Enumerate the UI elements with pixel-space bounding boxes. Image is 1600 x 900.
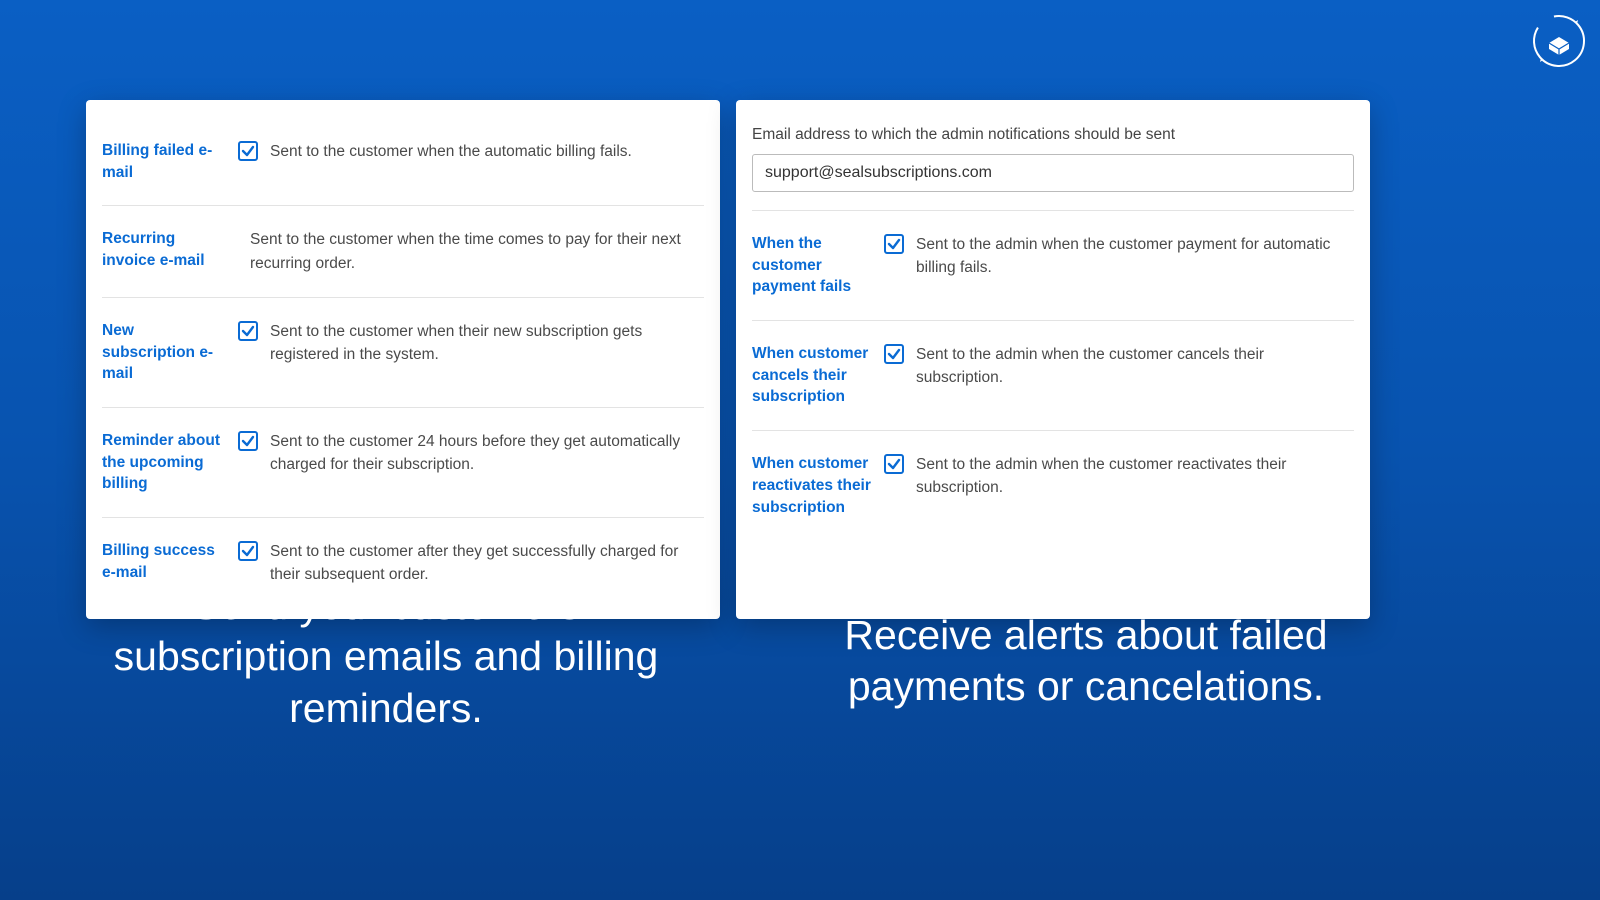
setting-description: Sent to the customer when their new subs… [270,320,704,367]
setting-label[interactable]: Reminder about the upcoming billing [102,430,238,495]
checkbox-checked[interactable] [884,344,904,364]
customer-emails-panel: Billing failed e-mail Sent to the custom… [86,100,720,619]
checkbox-checked[interactable] [238,321,258,341]
setting-label[interactable]: Billing success e-mail [102,540,238,583]
checkbox-checked[interactable] [884,234,904,254]
setting-description: Sent to the customer when the time comes… [250,228,704,275]
setting-label[interactable]: When customer reactivates their subscrip… [752,453,884,518]
app-logo-icon [1532,14,1586,68]
setting-row: Recurring invoice e-mail Sent to the cus… [102,206,704,298]
setting-row: Billing failed e-mail Sent to the custom… [102,118,704,206]
setting-row: Reminder about the upcoming billing Sent… [102,408,704,518]
checkbox-checked[interactable] [238,541,258,561]
checkbox-checked[interactable] [238,141,258,161]
setting-label[interactable]: Billing failed e-mail [102,140,238,183]
caption-alerts: Receive alerts about failed payments or … [786,610,1386,734]
admin-email-input[interactable] [752,154,1354,192]
setting-row: When customer reactivates their subscrip… [752,431,1354,540]
admin-notifications-panel: Email address to which the admin notific… [736,100,1370,619]
setting-description: Sent to the customer 24 hours before the… [270,430,704,477]
setting-label[interactable]: When customer cancels their subscription [752,343,884,408]
setting-label[interactable]: Recurring invoice e-mail [102,228,238,271]
setting-label[interactable]: New subscription e-mail [102,320,238,385]
setting-description: Sent to the admin when the customer paym… [916,233,1354,280]
admin-email-label: Email address to which the admin notific… [752,126,1354,144]
setting-description: Sent to the customer when the automatic … [270,140,632,163]
setting-row: New subscription e-mail Sent to the cust… [102,298,704,408]
setting-description: Sent to the admin when the customer canc… [916,343,1354,390]
caption-customers: Send your customers subscription emails … [86,580,686,734]
setting-row: When the customer payment fails Sent to … [752,211,1354,321]
setting-description: Sent to the admin when the customer reac… [916,453,1354,500]
setting-row: When customer cancels their subscription… [752,321,1354,431]
checkbox-checked[interactable] [238,431,258,451]
checkbox-checked[interactable] [884,454,904,474]
setting-label[interactable]: When the customer payment fails [752,233,884,298]
